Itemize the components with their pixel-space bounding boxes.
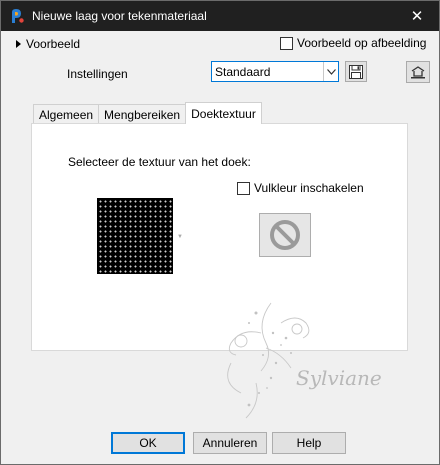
window-title: Nieuwe laag voor tekenmateriaal [32, 9, 207, 23]
tab-canvas-texture-label: Doektextuur [191, 106, 256, 121]
preset-dropdown[interactable]: Standaard [211, 61, 339, 82]
ok-label: OK [139, 436, 157, 450]
tab-strip: Algemeen Mengbereiken Doektextuur [33, 102, 262, 124]
reset-button[interactable] [406, 61, 430, 83]
fill-color-checkbox[interactable]: Vulkleur inschakelen [237, 181, 364, 195]
fill-color-label: Vulkleur inschakelen [254, 181, 364, 195]
dialog-window: Nieuwe laag voor tekenmateriaal ✕ Voorbe… [0, 0, 440, 465]
floppy-disk-icon [349, 64, 363, 79]
help-button[interactable]: Help [272, 432, 346, 454]
preview-on-image-label: Voorbeeld op afbeelding [297, 36, 427, 50]
texture-swatch[interactable] [97, 198, 173, 274]
fill-color-swatch[interactable] [259, 213, 311, 257]
tab-blend-ranges-label: Mengbereiken [104, 107, 181, 122]
save-preset-button[interactable] [345, 61, 367, 82]
chevron-down-icon[interactable] [323, 62, 338, 81]
watermark-text: Sylviane [296, 366, 382, 390]
paintshop-app-icon [12, 9, 24, 23]
help-label: Help [296, 436, 322, 450]
ok-button[interactable]: OK [111, 432, 185, 454]
preview-expander[interactable]: Voorbeeld [16, 37, 80, 51]
cancel-button[interactable]: Annuleren [193, 432, 267, 454]
close-button[interactable]: ✕ [395, 1, 439, 31]
preview-on-image-checkbox[interactable]: Voorbeeld op afbeelding [280, 36, 426, 50]
close-icon: ✕ [410, 8, 424, 25]
select-texture-label: Selecteer de textuur van het doek: [68, 155, 251, 169]
cancel-label: Annuleren [202, 436, 258, 450]
settings-label: Instellingen [67, 67, 128, 81]
no-entry-icon [270, 220, 300, 250]
tab-general-label: Algemeen [39, 107, 94, 122]
watermark-signature: Sylviane [227, 302, 382, 419]
triangle-right-icon [16, 40, 21, 48]
tab-canvas-texture[interactable]: Doektextuur [185, 102, 262, 124]
texture-dropdown-arrow-icon[interactable]: ▼ [177, 234, 183, 240]
tab-blend-ranges[interactable]: Mengbereiken [98, 104, 187, 124]
reset-icon [411, 66, 425, 79]
title-bar[interactable]: Nieuwe laag voor tekenmateriaal ✕ [1, 1, 439, 31]
preset-value: Standaard [215, 64, 271, 79]
preview-on-image-box[interactable] [280, 36, 293, 50]
dialog-body: Voorbeeld Voorbeeld op afbeelding Instel… [1, 31, 439, 464]
preview-label: Voorbeeld [26, 37, 81, 51]
fill-color-box[interactable] [237, 181, 250, 195]
tab-general[interactable]: Algemeen [33, 104, 100, 124]
